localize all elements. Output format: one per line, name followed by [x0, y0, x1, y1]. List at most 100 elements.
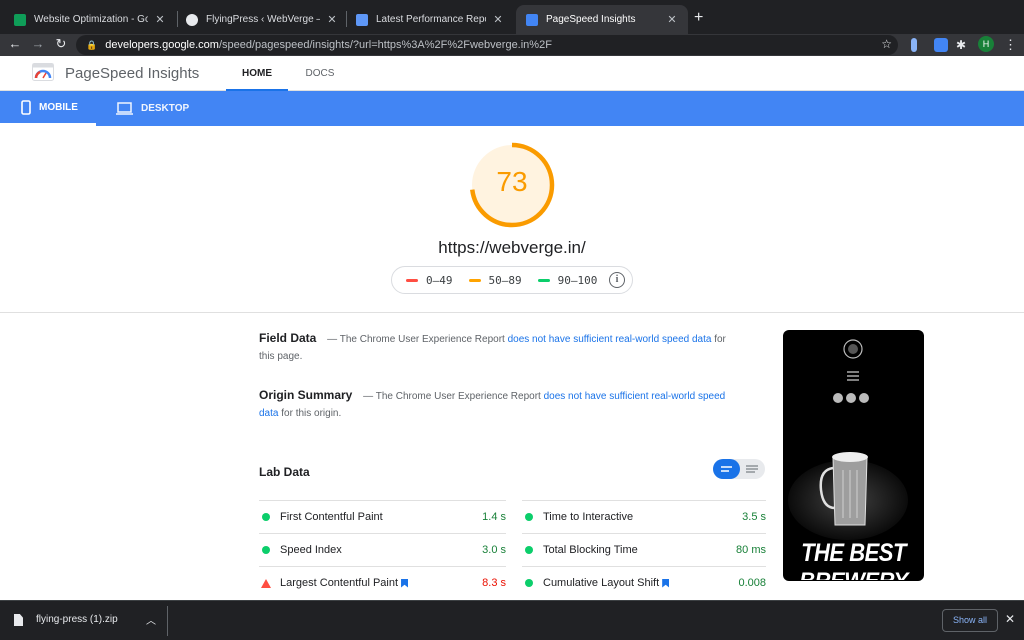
tab-pagespeed-insights[interactable]: PageSpeed Insights ✕ [516, 5, 688, 34]
metric-value: 80 ms [736, 544, 766, 556]
nav-home[interactable]: HOME [226, 56, 288, 91]
bookmark-star-icon[interactable]: ☆ [881, 37, 892, 51]
metric-value: 1.4 s [482, 511, 506, 523]
metric-name: Time to Interactive [543, 511, 634, 523]
report-icon [356, 13, 368, 26]
legend-item-average: 50–89 [468, 273, 522, 287]
metric-time-to-interactive: Time to Interactive 3.5 s [522, 500, 766, 533]
pagespeed-logo-icon [32, 63, 54, 81]
origin-summary-title: Origin Summary [259, 388, 353, 402]
metric-largest-contentful-paint: Largest Contentful Paint 8.3 s [259, 566, 506, 599]
score-legend: 0–49 50–89 90–100 i [391, 266, 633, 294]
performance-score: 73 [496, 166, 528, 197]
pass-dot-icon [262, 513, 270, 521]
tested-url: https://webverge.in/ [438, 238, 586, 257]
pass-dot-icon [525, 546, 533, 554]
info-icon[interactable]: i [609, 272, 625, 288]
new-tab-button[interactable]: + [694, 9, 703, 27]
field-data-title: Field Data [259, 331, 317, 345]
pass-dot-icon [525, 579, 533, 587]
tab-title: Website Optimization - Google [34, 14, 148, 25]
show-all-button[interactable]: Show all [942, 609, 998, 632]
pagespeed-icon [526, 13, 538, 26]
download-filename[interactable]: flying-press (1).zip [36, 614, 118, 625]
fail-triangle-icon [261, 578, 271, 588]
metric-name-wrap: Largest Contentful Paint [280, 577, 482, 589]
tab-performance-report[interactable]: Latest Performance Report fo ✕ [346, 5, 514, 34]
preview-headline: THE BEST [801, 538, 906, 567]
legend-swatch [537, 278, 550, 282]
url-path: /speed/pagespeed/insights/?url=https%3A%… [218, 39, 552, 51]
close-icon[interactable]: ✕ [666, 13, 678, 26]
metric-name: First Contentful Paint [280, 511, 383, 523]
pass-dot-icon [525, 513, 533, 521]
preview-headline-line2: BREWERY [783, 568, 924, 580]
legend-label: 0–49 [426, 273, 453, 287]
pass-dot-icon [262, 546, 270, 554]
section-divider [0, 312, 1024, 313]
legend-label: 90–100 [557, 273, 598, 287]
tab-desktop[interactable]: DESKTOP [114, 91, 189, 126]
forward-icon[interactable]: → [30, 36, 46, 51]
close-icon[interactable]: ✕ [1005, 612, 1015, 626]
browser-toolbar: ← → ↻ 🔒 developers.google.com/speed/page… [0, 34, 1024, 56]
globe-icon [186, 13, 198, 26]
download-separator [167, 606, 168, 636]
lab-data-title: Lab Data [259, 465, 310, 479]
metric-value: 3.0 s [482, 544, 506, 556]
origin-summary-suffix: for this origin. [281, 408, 342, 419]
tab-flyingpress[interactable]: FlyingPress ‹ WebVerge — Wo ✕ [176, 5, 348, 34]
metric-total-blocking-time: Total Blocking Time 80 ms [522, 533, 766, 566]
legend-label: 50–89 [488, 273, 522, 287]
metric-first-contentful-paint: First Contentful Paint 1.4 s [259, 500, 506, 533]
field-data-text: — The Chrome User Experience Report [327, 334, 505, 345]
mobile-icon [21, 99, 31, 115]
device-tabs: MOBILE DESKTOP [0, 91, 1024, 126]
metric-value: 8.3 s [482, 577, 506, 589]
tab-title: PageSpeed Insights [546, 14, 636, 25]
origin-summary-text: — The Chrome User Experience Report [363, 391, 541, 402]
metric-value: 0.008 [738, 577, 766, 589]
toggle-compact-view[interactable] [713, 459, 740, 479]
chevron-up-icon[interactable]: ︿ [146, 612, 156, 627]
twitter-icon [859, 393, 869, 403]
extension-icon[interactable] [911, 38, 917, 52]
field-data-section: Field Data — The Chrome User Experience … [259, 330, 729, 365]
lock-icon: 🔒 [86, 39, 98, 50]
legend-swatch [406, 278, 418, 282]
instagram-icon [846, 393, 856, 403]
reload-icon[interactable]: ↻ [53, 36, 69, 52]
brand-title: PageSpeed Insights [65, 65, 200, 82]
puzzle-icon[interactable]: ✱ [956, 38, 970, 52]
close-icon[interactable]: ✕ [154, 13, 166, 26]
metric-cumulative-layout-shift: Cumulative Layout Shift 0.008 [522, 566, 766, 599]
file-icon [14, 614, 23, 626]
menu-icon[interactable]: ⋮ [1004, 37, 1017, 53]
metric-name: Total Blocking Time [543, 544, 638, 556]
metric-name: Speed Index [280, 544, 342, 556]
tab-website-optimization[interactable]: Website Optimization - Google ✕ [4, 5, 176, 34]
address-bar[interactable]: 🔒 developers.google.com/speed/pagespeed/… [76, 35, 898, 55]
legend-swatch [468, 278, 481, 282]
url-host: developers.google.com [105, 39, 219, 51]
back-icon[interactable]: ← [7, 36, 23, 51]
close-icon[interactable]: ✕ [326, 13, 338, 26]
expanded-list-icon[interactable] [740, 459, 765, 479]
tab-strip: Website Optimization - Google ✕ FlyingPr… [0, 0, 1024, 34]
bookmark-flag-icon [662, 578, 670, 588]
origin-summary-section: Origin Summary — The Chrome User Experie… [259, 387, 729, 422]
metric-name: Cumulative Layout Shift [543, 577, 660, 589]
close-icon[interactable]: ✕ [492, 13, 504, 26]
bookmark-flag-icon [401, 578, 409, 588]
tab-mobile[interactable]: MOBILE [0, 91, 96, 126]
field-data-link[interactable]: does not have sufficient real-world spee… [508, 334, 712, 345]
psi-header: PageSpeed Insights HOME DOCS [0, 56, 1024, 91]
metrics-view-toggle[interactable] [713, 459, 765, 479]
compact-list-icon [721, 466, 732, 472]
desktop-icon [116, 102, 133, 115]
downloads-bar: flying-press (1).zip ︿ Show all ✕ [0, 600, 1024, 640]
extension-icon[interactable] [934, 38, 948, 52]
metric-name-wrap: Cumulative Layout Shift [543, 577, 738, 589]
profile-avatar[interactable]: H [978, 36, 994, 52]
nav-docs[interactable]: DOCS [297, 56, 343, 91]
